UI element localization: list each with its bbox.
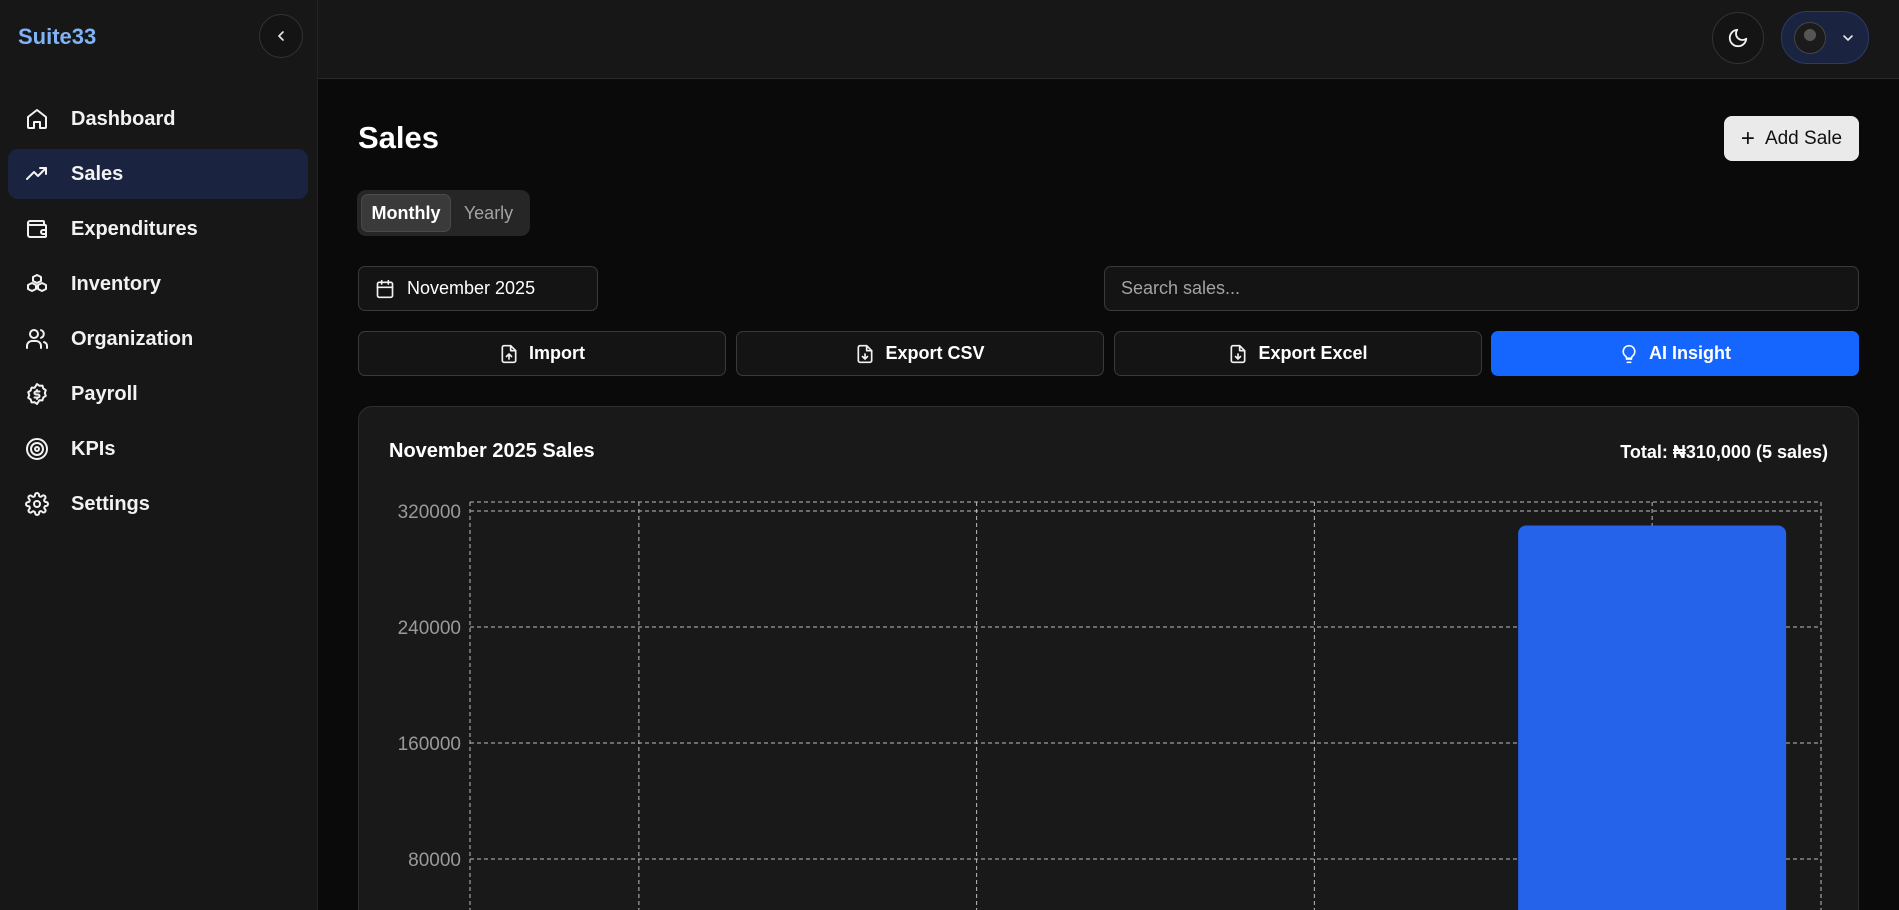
brand-logo[interactable]: Suite33 — [18, 24, 96, 50]
export-csv-button[interactable]: Export CSV — [736, 331, 1104, 376]
theme-toggle-button[interactable] — [1712, 12, 1764, 64]
page-title: Sales — [358, 120, 440, 155]
sidebar-item-label: Expenditures — [71, 217, 198, 240]
month-picker-value: November 2025 — [407, 278, 536, 298]
sidebar-item-kpis[interactable]: KPIs — [8, 424, 308, 474]
sidebar-item-label: Dashboard — [71, 107, 176, 130]
boxes-icon — [24, 271, 50, 297]
search-input[interactable] — [1104, 266, 1859, 311]
file-download-icon — [1228, 344, 1248, 364]
sidebar-nav: Dashboard Sales Expenditures Inventory O… — [8, 94, 308, 534]
target-icon — [24, 436, 50, 462]
gear-icon — [24, 491, 50, 517]
y-tick-label: 160000 — [398, 734, 461, 755]
plus-icon: + — [1740, 124, 1755, 152]
sidebar-item-label: Sales — [71, 162, 124, 185]
top-bar — [318, 0, 1899, 79]
home-icon — [24, 106, 50, 132]
sidebar-item-settings[interactable]: Settings — [8, 479, 308, 529]
file-download-icon — [855, 344, 875, 364]
sidebar-item-label: Inventory — [71, 272, 162, 295]
import-label: Import — [529, 343, 585, 363]
moon-icon — [1728, 28, 1748, 48]
chevron-left-icon — [278, 31, 284, 41]
ai-insight-button[interactable]: AI Insight — [1491, 331, 1859, 376]
export-excel-label: Export Excel — [1258, 343, 1368, 363]
avatar — [1794, 21, 1826, 54]
y-tick-label: 320000 — [398, 502, 461, 523]
bar — [1518, 525, 1787, 910]
collapse-sidebar-button[interactable] — [259, 14, 303, 58]
sales-bar-chart: 320000 240000 160000 80000 — [398, 501, 1822, 910]
sidebar: Suite33 Dashboard Sales Expenditures Inv… — [0, 0, 318, 910]
sidebar-item-organization[interactable]: Organization — [8, 314, 308, 364]
trending-up-icon — [24, 161, 50, 187]
ai-insight-label: AI Insight — [1649, 343, 1731, 363]
sidebar-item-label: KPIs — [71, 437, 116, 460]
tab-monthly[interactable]: Monthly — [361, 194, 451, 232]
period-toggle: Monthly Yearly — [357, 190, 530, 236]
dollar-badge-icon — [24, 381, 50, 407]
export-csv-label: Export CSV — [885, 343, 985, 363]
user-menu-button[interactable] — [1781, 11, 1869, 64]
sidebar-item-label: Settings — [71, 492, 150, 515]
calendar-icon — [375, 279, 395, 299]
month-picker[interactable]: November 2025 — [358, 266, 598, 311]
sidebar-item-label: Organization — [71, 327, 194, 350]
sales-chart-card: November 2025 Sales Total: ₦310,000 (5 s… — [358, 406, 1859, 910]
sidebar-item-sales[interactable]: Sales — [8, 149, 308, 199]
add-sale-button[interactable]: + Add Sale — [1724, 116, 1859, 161]
lightbulb-icon — [1619, 344, 1639, 364]
sidebar-item-payroll[interactable]: Payroll — [8, 369, 308, 419]
tab-yearly[interactable]: Yearly — [451, 194, 526, 232]
file-upload-icon — [499, 344, 519, 364]
export-excel-button[interactable]: Export Excel — [1114, 331, 1482, 376]
y-tick-label: 80000 — [408, 850, 461, 871]
import-button[interactable]: Import — [358, 331, 726, 376]
sidebar-item-dashboard[interactable]: Dashboard — [8, 94, 308, 144]
sidebar-item-inventory[interactable]: Inventory — [8, 259, 308, 309]
sidebar-item-label: Payroll — [71, 382, 138, 405]
add-sale-label: Add Sale — [1764, 127, 1843, 149]
sidebar-item-expenditures[interactable]: Expenditures — [8, 204, 308, 254]
chevron-down-icon — [1843, 34, 1853, 41]
wallet-icon — [24, 216, 50, 242]
y-tick-label: 240000 — [398, 618, 461, 639]
users-icon — [24, 326, 50, 352]
